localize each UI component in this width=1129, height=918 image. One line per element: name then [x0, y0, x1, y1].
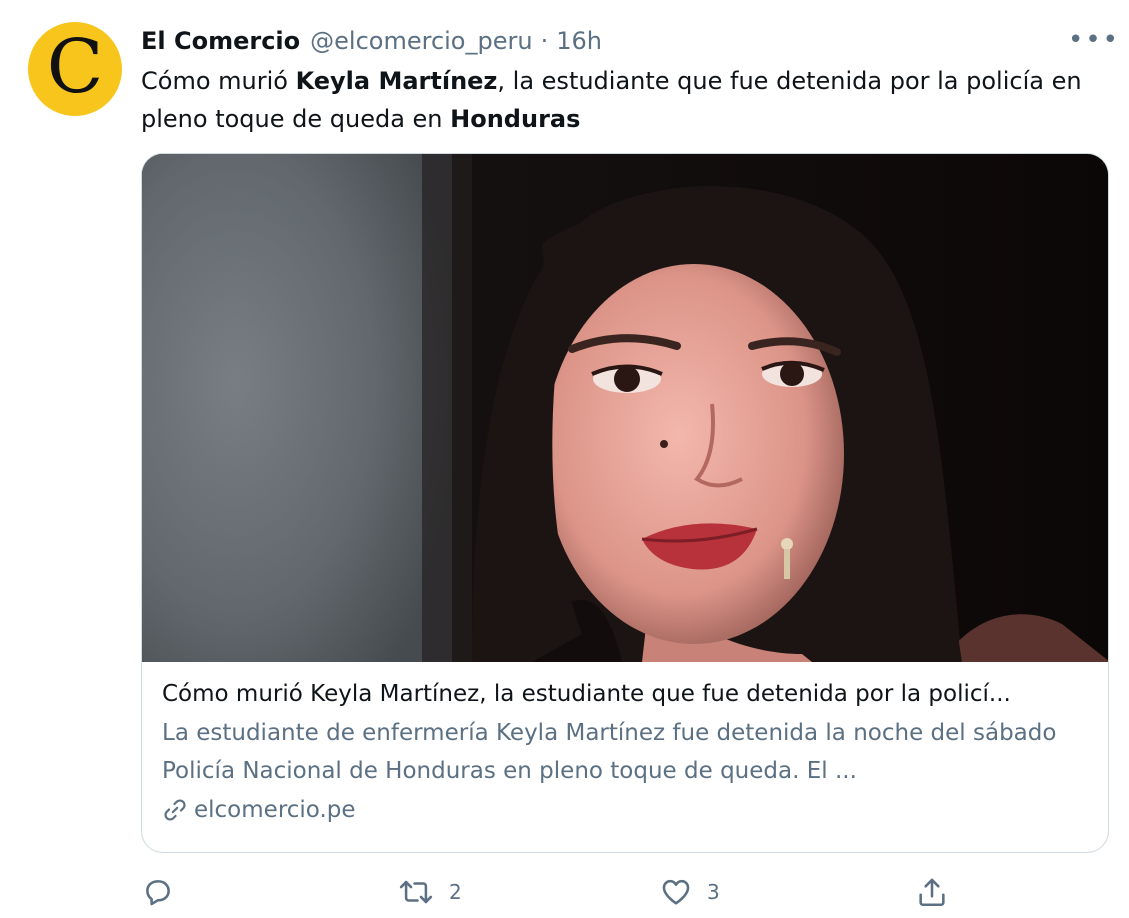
- tweet[interactable]: C El Comercio @elcomercio_peru · 16h •••…: [0, 0, 1129, 918]
- retweet-icon: [397, 875, 435, 909]
- card-text: Cómo murió Keyla Martínez, la estudiante…: [162, 676, 1090, 828]
- reply-button[interactable]: [141, 872, 189, 912]
- retweet-count: 2: [449, 880, 462, 904]
- reply-icon: [141, 875, 175, 909]
- tweet-text: Cómo murió Keyla Martínez, la estudiante…: [141, 62, 1091, 138]
- tweet-timestamp[interactable]: 16h: [556, 27, 602, 55]
- card-description: La estudiante de enfermería Keyla Martín…: [162, 720, 1057, 784]
- like-button[interactable]: 3: [659, 872, 720, 912]
- link-icon: [162, 797, 188, 823]
- heart-icon: [659, 875, 693, 909]
- card-image[interactable]: [142, 154, 1108, 662]
- tweet-actions: 2 3: [141, 872, 1109, 912]
- header-separator: ·: [540, 27, 549, 55]
- share-icon: [915, 875, 949, 909]
- tweet-header: El Comercio @elcomercio_peru · 16h: [141, 24, 602, 58]
- card-domain-text: elcomercio.pe: [194, 797, 356, 823]
- avatar-logo-letter: C: [46, 24, 104, 110]
- more-options-button[interactable]: •••: [1068, 22, 1118, 58]
- card-title: Cómo murió Keyla Martínez, la estudiante…: [162, 681, 1011, 707]
- link-preview-card[interactable]: Cómo murió Keyla Martínez, la estudiante…: [141, 153, 1109, 853]
- tweet-text-bold-place: Honduras: [450, 105, 581, 133]
- share-button[interactable]: [915, 872, 949, 912]
- tweet-text-part: Cómo murió: [141, 67, 296, 95]
- like-count: 3: [707, 880, 720, 904]
- portrait-photo: [142, 154, 1108, 662]
- avatar[interactable]: C: [28, 22, 122, 116]
- retweet-button[interactable]: 2: [397, 872, 462, 912]
- author-handle[interactable]: @elcomercio_peru: [310, 27, 532, 55]
- author-name[interactable]: El Comercio: [141, 27, 300, 55]
- more-icon: •••: [1068, 25, 1121, 55]
- tweet-text-bold-name: Keyla Martínez: [295, 67, 498, 95]
- card-domain: elcomercio.pe: [162, 792, 1090, 828]
